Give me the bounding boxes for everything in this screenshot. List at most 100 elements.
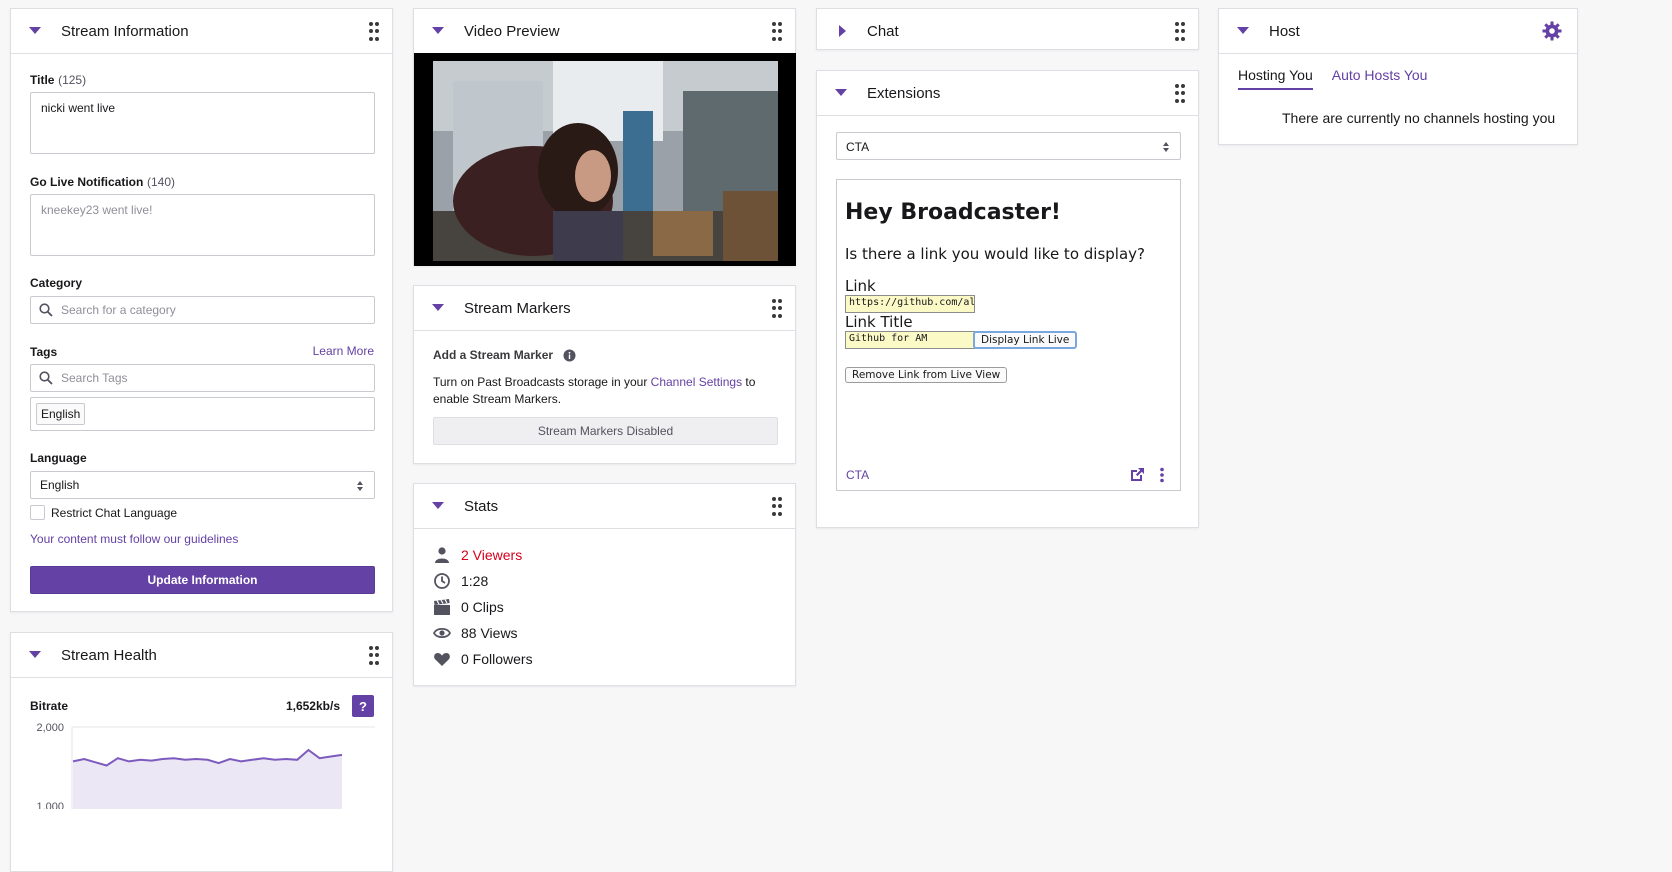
stat-uptime: 1:28 xyxy=(433,568,533,594)
select-arrows-icon xyxy=(357,481,363,491)
tab-auto-hosts-you[interactable]: Auto Hosts You xyxy=(1332,67,1428,90)
stream-markers-disabled-button[interactable]: Stream Markers Disabled xyxy=(433,417,778,445)
stat-followers: 0 Followers xyxy=(433,646,533,672)
extension-frame: Hey Broadcaster! Is there a link you wou… xyxy=(836,179,1181,491)
remove-link-button[interactable]: Remove Link from Live View xyxy=(845,367,1008,383)
tab-hosting-you[interactable]: Hosting You xyxy=(1238,67,1313,90)
uptime-value: 1:28 xyxy=(461,573,489,589)
notification-placeholder: kneekey23 went live! xyxy=(41,203,153,217)
title-value: nicki went live xyxy=(41,101,116,115)
extension-footer-name[interactable]: CTA xyxy=(846,468,869,482)
language-value: English xyxy=(40,478,80,492)
title-label-row: Title (125) xyxy=(30,72,86,87)
bitrate-label: Bitrate xyxy=(30,699,69,713)
guidelines-link[interactable]: Your content must follow our guidelines xyxy=(30,532,238,546)
link-label: Link xyxy=(845,277,876,295)
extension-question: Is there a link you would like to displa… xyxy=(845,245,1145,263)
host-panel: Host Hosting You Auto Hosts You There ar… xyxy=(1218,8,1578,145)
stats-panel: Stats 2 Viewers 1:28 0 Clips 88 Views 0 … xyxy=(413,483,796,686)
panel-header[interactable]: Host xyxy=(1219,9,1577,54)
title-textarea[interactable]: nicki went live xyxy=(30,92,375,154)
restrict-chat-row: Restrict Chat Language xyxy=(30,505,177,520)
stat-viewers: 2 Viewers xyxy=(433,542,533,568)
tab-auto-hosts-you-label: Auto Hosts You xyxy=(1331,67,1428,83)
collapse-triangle-icon[interactable] xyxy=(432,304,444,311)
collapse-triangle-icon[interactable] xyxy=(432,27,444,34)
notification-textarea[interactable]: kneekey23 went live! xyxy=(30,194,375,256)
stats-list: 2 Viewers 1:28 0 Clips 88 Views 0 Follow… xyxy=(433,542,533,672)
panel-title: Extensions xyxy=(867,85,941,102)
panel-header[interactable]: Stream Markers xyxy=(414,286,795,331)
panel-header[interactable]: Stream Information xyxy=(11,9,392,54)
views-count: 88 Views xyxy=(461,625,518,641)
bitrate-chart: 2,000 1,000 xyxy=(36,722,375,809)
selected-tags-box: English xyxy=(30,397,375,431)
tags-placeholder: Search Tags xyxy=(61,371,128,385)
stream-health-panel: Stream Health Bitrate 1,652kb/s ? 2,000 … xyxy=(10,632,393,872)
drag-handle-icon[interactable] xyxy=(1175,22,1185,42)
y-tick-bottom: 1,000 xyxy=(36,801,64,809)
stream-markers-panel: Stream Markers Add a Stream Marker Turn … xyxy=(413,285,796,464)
stream-information-panel: Stream Information Title (125) nicki wen… xyxy=(10,8,393,612)
panel-title: Stream Health xyxy=(61,647,157,664)
panel-title: Stream Markers xyxy=(464,300,571,317)
drag-handle-icon[interactable] xyxy=(772,497,782,517)
gear-icon[interactable] xyxy=(1541,20,1563,42)
popout-icon[interactable] xyxy=(1129,467,1145,483)
panel-title: Host xyxy=(1269,23,1300,40)
add-marker-row: Add a Stream Marker xyxy=(433,348,576,362)
expand-triangle-icon[interactable] xyxy=(839,25,846,37)
language-select[interactable]: English xyxy=(30,471,375,499)
video-preview-panel: Video Preview xyxy=(413,8,796,266)
drag-handle-icon[interactable] xyxy=(369,646,379,666)
panel-header[interactable]: Chat xyxy=(817,9,1198,50)
category-placeholder: Search for a category xyxy=(61,303,176,317)
clapperboard-icon xyxy=(434,599,450,615)
drag-handle-icon[interactable] xyxy=(772,22,782,42)
drag-handle-icon[interactable] xyxy=(1175,84,1185,104)
drag-handle-icon[interactable] xyxy=(772,299,782,319)
collapse-triangle-icon[interactable] xyxy=(29,27,41,34)
viewers-count: 2 Viewers xyxy=(461,547,523,563)
tag-chip-english[interactable]: English xyxy=(36,403,86,425)
display-link-live-button[interactable]: Display Link Live xyxy=(973,331,1078,349)
stat-views: 88 Views xyxy=(433,620,533,646)
video-player[interactable] xyxy=(414,53,796,266)
clock-icon xyxy=(434,573,450,589)
panel-title: Video Preview xyxy=(464,23,560,40)
info-icon[interactable] xyxy=(563,349,576,362)
tab-hosting-you-label: Hosting You xyxy=(1238,67,1313,83)
person-icon xyxy=(435,547,449,563)
category-search-input[interactable]: Search for a category xyxy=(30,296,375,324)
help-button[interactable]: ? xyxy=(352,695,374,717)
host-tabs: Hosting You Auto Hosts You xyxy=(1238,67,1427,90)
drag-handle-icon[interactable] xyxy=(369,22,379,42)
panel-title: Chat xyxy=(867,23,899,40)
more-options-icon[interactable] xyxy=(1159,467,1165,483)
learn-more-link[interactable]: Learn More xyxy=(313,344,374,358)
link-title-input[interactable]: Github for AM xyxy=(845,331,975,349)
collapse-triangle-icon[interactable] xyxy=(432,502,444,509)
clips-count: 0 Clips xyxy=(461,599,504,615)
panel-header[interactable]: Stream Health xyxy=(11,633,392,678)
panel-header[interactable]: Extensions xyxy=(817,71,1198,116)
link-title-label: Link Title xyxy=(845,313,913,331)
channel-settings-link[interactable]: Channel Settings xyxy=(651,375,742,389)
panel-header[interactable]: Stats xyxy=(414,484,795,529)
select-arrows-icon xyxy=(1163,142,1169,152)
collapse-triangle-icon[interactable] xyxy=(29,651,41,658)
link-input[interactable]: https://github.com/allen xyxy=(845,295,975,313)
tags-search-input[interactable]: Search Tags xyxy=(30,364,375,392)
eye-icon xyxy=(433,627,451,639)
collapse-triangle-icon[interactable] xyxy=(835,89,847,96)
stat-clips: 0 Clips xyxy=(433,594,533,620)
category-label: Category xyxy=(30,276,83,290)
panel-header[interactable]: Video Preview xyxy=(414,9,795,54)
update-information-button[interactable]: Update Information xyxy=(30,566,375,594)
add-marker-label: Add a Stream Marker xyxy=(433,348,554,362)
notification-char-count: (140) xyxy=(146,175,175,189)
collapse-triangle-icon[interactable] xyxy=(1237,27,1249,34)
search-icon xyxy=(39,303,53,317)
restrict-chat-checkbox[interactable] xyxy=(30,505,45,520)
extension-select[interactable]: CTA xyxy=(836,132,1181,160)
